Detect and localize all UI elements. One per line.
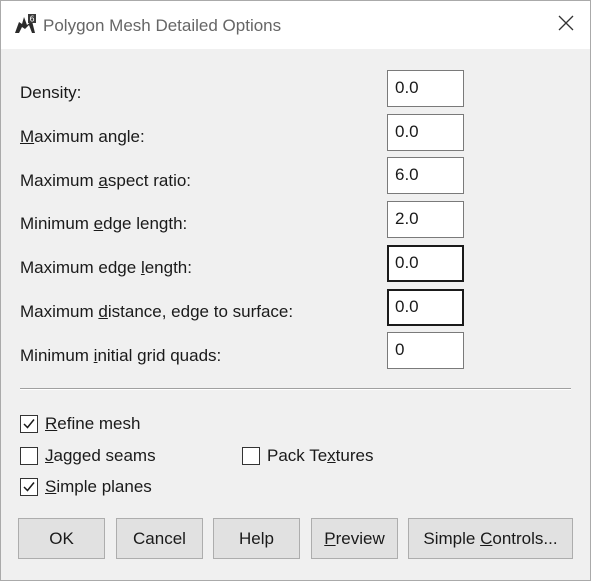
density-label: Density: bbox=[20, 83, 82, 102]
refine-mesh-box[interactable] bbox=[20, 415, 38, 433]
simple-planes-label: Simple planes bbox=[45, 477, 152, 496]
simple-controls-button[interactable]: Simple Controls... bbox=[408, 518, 573, 559]
minimum-edge-length-input[interactable]: 2.0 bbox=[387, 201, 464, 238]
window-title: Polygon Mesh Detailed Options bbox=[43, 16, 282, 35]
maximum-edge-length-label: Maximum edge length: bbox=[20, 258, 192, 277]
title-bar[interactable]: 6 Polygon Mesh Detailed Options bbox=[1, 1, 590, 49]
ok-button[interactable]: OK bbox=[18, 518, 105, 559]
jagged-seams-checkbox[interactable]: Jagged seams bbox=[20, 446, 156, 466]
close-icon bbox=[558, 15, 574, 36]
density-input[interactable]: 0.0 bbox=[387, 70, 464, 107]
maximum-distance-label: Maximum distance, edge to surface: bbox=[20, 302, 294, 321]
dialog-window: 6 Polygon Mesh Detailed Options Density:… bbox=[0, 0, 591, 581]
preview-button[interactable]: Preview bbox=[311, 518, 398, 559]
check-icon bbox=[23, 482, 35, 492]
refine-mesh-label: Refine mesh bbox=[45, 414, 141, 433]
maximum-distance-input[interactable]: 0.0 bbox=[387, 289, 464, 326]
close-button[interactable] bbox=[542, 1, 590, 49]
maximum-angle-input[interactable]: 0.0 bbox=[387, 114, 464, 151]
check-icon bbox=[23, 419, 35, 429]
maximum-angle-label: Maximum angle: bbox=[20, 127, 145, 146]
simple-planes-checkbox[interactable]: Simple planes bbox=[20, 477, 152, 497]
jagged-seams-box[interactable] bbox=[20, 447, 38, 465]
svg-text:6: 6 bbox=[30, 15, 35, 24]
cancel-button[interactable]: Cancel bbox=[116, 518, 203, 559]
jagged-seams-label: Jagged seams bbox=[45, 446, 156, 465]
minimum-initial-grid-quads-label: Minimum initial grid quads: bbox=[20, 346, 222, 365]
separator bbox=[20, 388, 571, 390]
refine-mesh-checkbox[interactable]: Refine mesh bbox=[20, 414, 140, 434]
pack-textures-box[interactable] bbox=[242, 447, 260, 465]
rhino-icon: 6 bbox=[13, 13, 37, 37]
help-button[interactable]: Help bbox=[213, 518, 300, 559]
maximum-aspect-ratio-input[interactable]: 6.0 bbox=[387, 157, 464, 194]
simple-planes-box[interactable] bbox=[20, 478, 38, 496]
minimum-edge-length-label: Minimum edge length: bbox=[20, 214, 188, 233]
minimum-initial-grid-quads-input[interactable]: 0 bbox=[387, 332, 464, 369]
maximum-edge-length-input[interactable]: 0.0 bbox=[387, 245, 464, 282]
pack-textures-label: Pack Textures bbox=[267, 446, 374, 465]
maximum-aspect-ratio-label: Maximum aspect ratio: bbox=[20, 171, 192, 190]
pack-textures-checkbox[interactable]: Pack Textures bbox=[242, 446, 373, 466]
